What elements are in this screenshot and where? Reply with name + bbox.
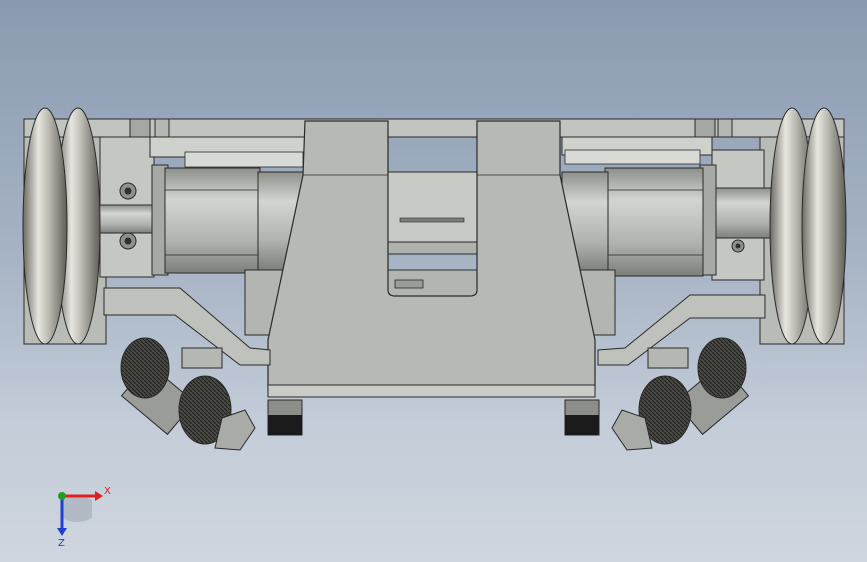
coordinate-triad: X Z bbox=[57, 486, 111, 548]
robot-chassis-model[interactable] bbox=[0, 0, 867, 562]
right-wheel bbox=[769, 107, 847, 345]
x-axis-arrowhead bbox=[95, 491, 103, 501]
z-axis-arrowhead bbox=[57, 528, 67, 536]
cad-viewport[interactable]: X Z bbox=[0, 0, 867, 562]
triad-backdrop bbox=[62, 495, 92, 523]
z-axis-label: Z bbox=[58, 538, 65, 548]
top-rail bbox=[23, 118, 845, 138]
x-axis-label: X bbox=[104, 486, 111, 497]
y-axis-dot bbox=[58, 492, 66, 500]
bottom-pads bbox=[267, 399, 600, 436]
